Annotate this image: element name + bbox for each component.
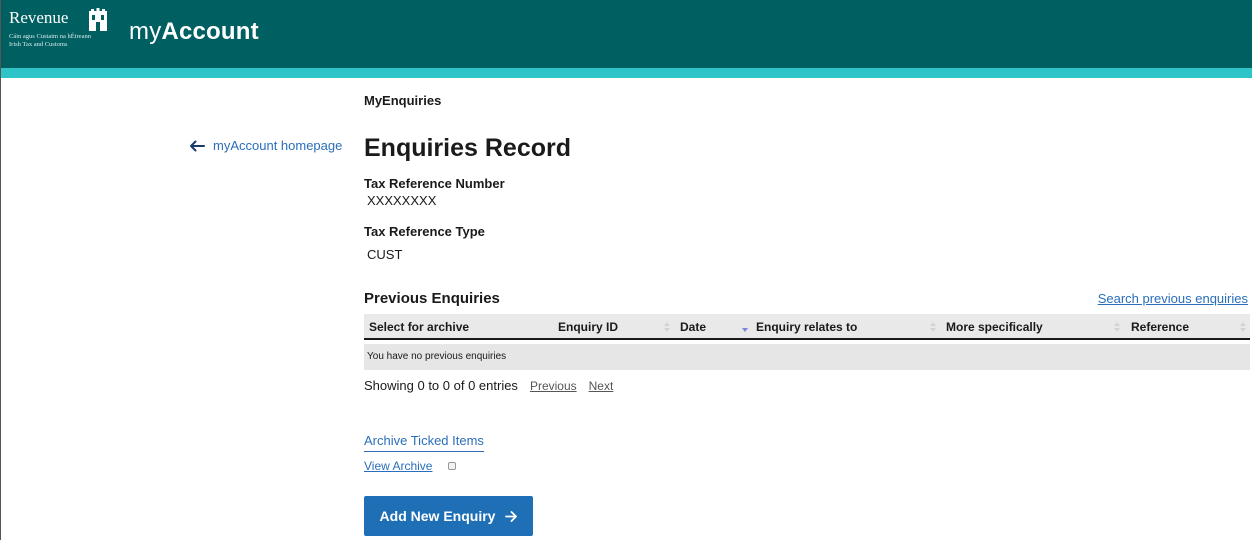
info-toggle-icon[interactable]: [448, 462, 456, 470]
app-title-prefix: my: [129, 18, 162, 45]
sort-neutral-icon[interactable]: [1114, 322, 1120, 332]
tax-reference-number-label: Tax Reference Number: [364, 176, 505, 191]
app-title[interactable]: myAccount: [129, 18, 259, 46]
sort-neutral-icon[interactable]: [664, 322, 670, 332]
page-frame: Revenue Cáin agus Custaim na hÉireann Ir…: [0, 0, 1252, 540]
empty-message: You have no previous enquiries: [367, 351, 507, 362]
column-enquiry-relates-to[interactable]: Enquiry relates to: [756, 320, 857, 334]
harp-icon: [89, 8, 107, 31]
column-more-specifically[interactable]: More specifically: [946, 320, 1043, 334]
accent-strip: [1, 68, 1252, 78]
column-select-for-archive[interactable]: Select for archive: [369, 320, 469, 334]
revenue-logo[interactable]: Revenue Cáin agus Custaim na hÉireann Ir…: [9, 6, 109, 62]
tax-reference-number-value: XXXXXXXX: [367, 193, 437, 208]
tax-reference-type-value: CUST: [367, 247, 403, 262]
back-to-homepage-link[interactable]: myAccount homepage: [189, 138, 342, 153]
sort-neutral-icon[interactable]: [930, 322, 936, 332]
add-new-enquiry-label: Add New Enquiry: [379, 508, 496, 524]
breadcrumb: MyEnquiries: [364, 93, 442, 108]
pager-next-link[interactable]: Next: [589, 379, 614, 393]
app-title-main: Account: [161, 18, 259, 45]
tax-reference-type-label: Tax Reference Type: [364, 224, 485, 239]
view-archive-link[interactable]: View Archive: [364, 459, 432, 473]
table-empty-row: You have no previous enquiries: [364, 344, 1250, 370]
sort-neutral-icon[interactable]: [1240, 322, 1246, 332]
arrow-left-icon: [190, 140, 205, 151]
column-enquiry-id[interactable]: Enquiry ID: [558, 320, 618, 334]
logo-subtitle-irish: Cáin agus Custaim na hÉireann: [9, 33, 91, 40]
back-link-label: myAccount homepage: [213, 138, 343, 153]
arrow-right-icon: [505, 510, 518, 522]
archive-ticked-items-link[interactable]: Archive Ticked Items: [364, 433, 484, 452]
enquiries-table-header: Select for archive Enquiry ID Date Enqui…: [364, 314, 1250, 340]
column-date[interactable]: Date: [680, 320, 706, 334]
pager-previous-link[interactable]: Previous: [530, 379, 577, 393]
logo-subtitle-english: Irish Tax and Customs: [9, 41, 68, 48]
page-title: Enquiries Record: [364, 134, 571, 162]
search-previous-enquiries-link[interactable]: Search previous enquiries: [1098, 291, 1248, 306]
app-header: Revenue Cáin agus Custaim na hÉireann Ir…: [1, 0, 1252, 68]
pager-info: Showing 0 to 0 of 0 entries: [364, 378, 518, 393]
logo-wordmark: Revenue: [9, 8, 69, 27]
column-reference[interactable]: Reference: [1131, 320, 1189, 334]
table-pager: Showing 0 to 0 of 0 entries Previous Nex…: [364, 378, 613, 393]
add-new-enquiry-button[interactable]: Add New Enquiry: [364, 496, 533, 536]
sort-descending-icon[interactable]: [742, 322, 748, 332]
previous-enquiries-title: Previous Enquiries: [364, 290, 500, 307]
